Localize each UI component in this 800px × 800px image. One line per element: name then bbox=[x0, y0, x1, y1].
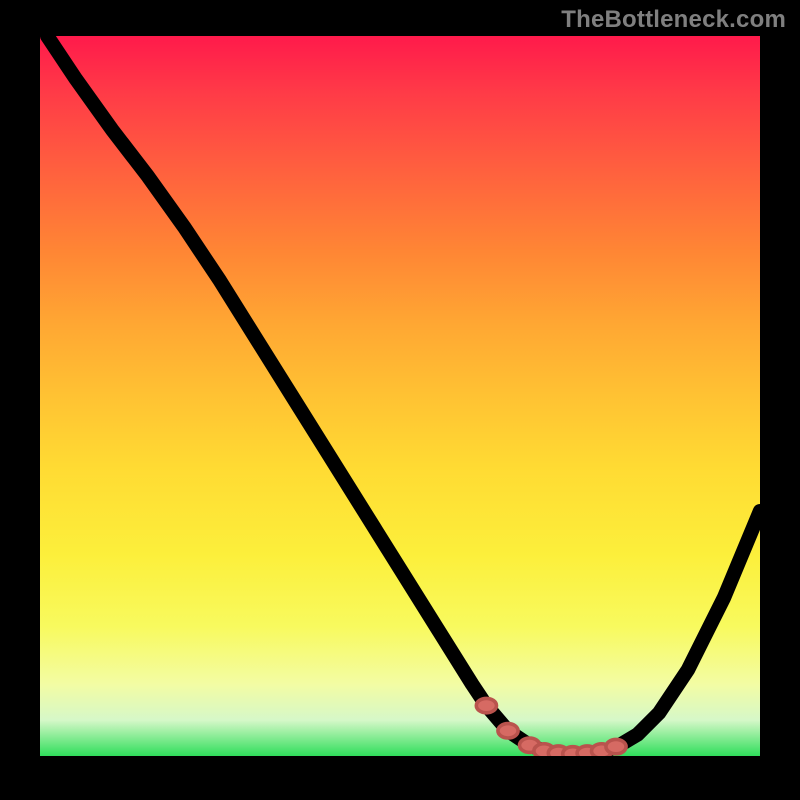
marker-point bbox=[606, 739, 626, 753]
plot-area bbox=[40, 36, 760, 756]
bottleneck-curve bbox=[47, 36, 760, 755]
marker-point bbox=[498, 724, 518, 738]
marker-point bbox=[476, 698, 496, 712]
watermark-label: TheBottleneck.com bbox=[561, 6, 786, 34]
highlighted-markers bbox=[476, 698, 626, 756]
chart-frame: TheBottleneck.com bbox=[0, 0, 800, 800]
curve-svg bbox=[40, 36, 760, 756]
